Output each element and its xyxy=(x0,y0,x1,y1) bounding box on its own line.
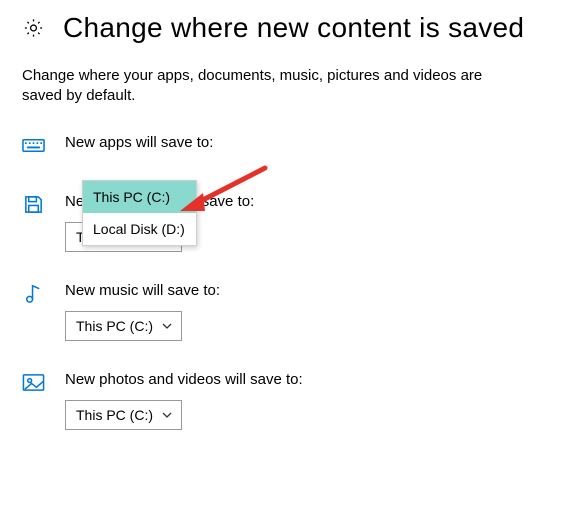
chevron-down-icon xyxy=(161,409,173,421)
picture-icon xyxy=(22,371,45,394)
dropdown-option-this-pc[interactable]: This PC (C:) xyxy=(83,181,196,213)
music-combo[interactable]: This PC (C:) xyxy=(65,311,182,341)
section-apps: New apps will save to: xyxy=(22,134,550,163)
page-title: Change where new content is saved xyxy=(63,12,524,44)
chevron-down-icon xyxy=(161,320,173,332)
gear-icon xyxy=(22,17,45,39)
dropdown-option-local-disk[interactable]: Local Disk (D:) xyxy=(83,213,196,245)
music-label: New music will save to: xyxy=(65,282,220,299)
apps-dropdown: This PC (C:) Local Disk (D:) xyxy=(82,180,197,246)
photos-combo[interactable]: This PC (C:) xyxy=(65,400,182,430)
photos-combo-value: This PC (C:) xyxy=(76,407,155,423)
music-note-icon xyxy=(22,282,45,305)
photos-label: New photos and videos will save to: xyxy=(65,371,303,388)
keyboard-icon xyxy=(22,134,45,157)
section-music: New music will save to: This PC (C:) xyxy=(22,282,550,341)
page-subtitle: Change where your apps, documents, music… xyxy=(22,66,502,106)
apps-label: New apps will save to: xyxy=(65,134,213,151)
save-icon xyxy=(22,193,45,216)
music-combo-value: This PC (C:) xyxy=(76,318,155,334)
section-photos: New photos and videos will save to: This… xyxy=(22,371,550,430)
